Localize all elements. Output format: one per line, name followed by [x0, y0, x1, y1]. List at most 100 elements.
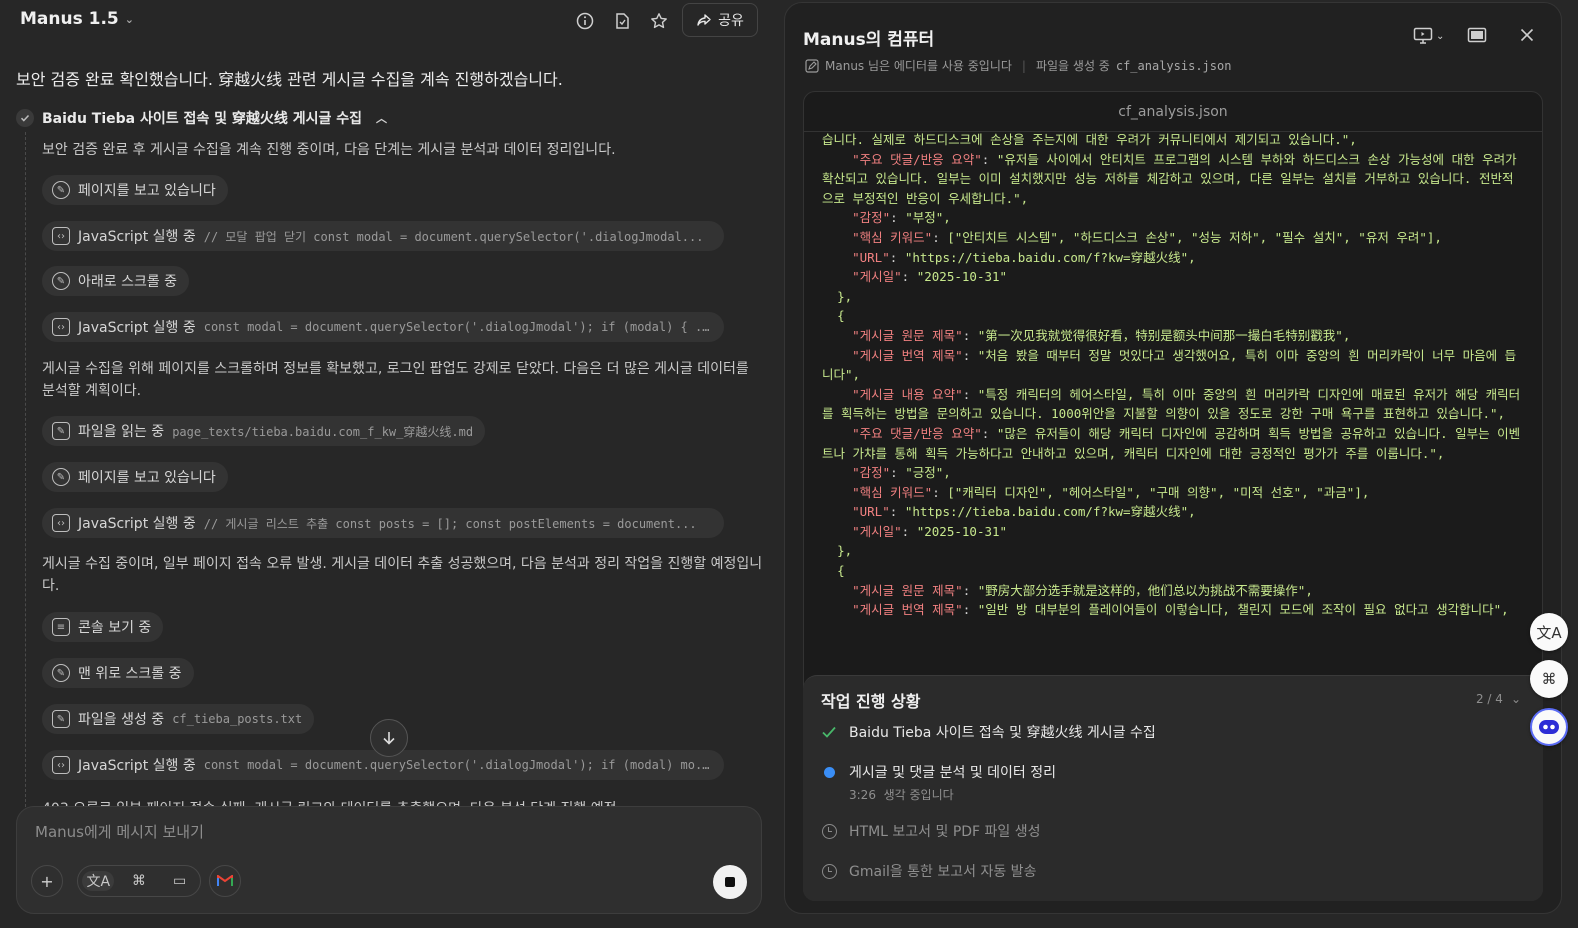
scroll-to-bottom-button[interactable]	[370, 719, 408, 757]
code-line: "게시일": "2025-10-31"	[822, 523, 1008, 539]
monitor-icon	[1413, 27, 1433, 44]
step-substatus: 생각 중입니다	[883, 788, 954, 802]
action-item[interactable]: ✎ 페이지를 보고 있습니다	[42, 462, 228, 492]
task-title: Baidu Tieba 사이트 접속 및 穿越火线 게시글 수집	[42, 111, 363, 127]
action-item[interactable]: ‹› JavaScript 실행 중 // 모달 팝업 닫기 const mod…	[42, 221, 724, 251]
files-icon[interactable]	[610, 9, 634, 33]
code-key: "게시일"	[822, 269, 902, 285]
share-label: 공유	[718, 13, 744, 29]
progress-step: HTML 보고서 및 PDF 파일 생성	[821, 821, 1041, 841]
close-button[interactable]	[1519, 27, 1535, 43]
code-line: "URL": "https://tieba.baidu.com/f?kw=穿越火…	[822, 249, 1196, 265]
task-header[interactable]: Baidu Tieba 사이트 접속 및 穿越火线 게시글 수집 ︿	[16, 108, 387, 128]
translate-float-button[interactable]: 文A	[1530, 613, 1568, 651]
clock-icon	[821, 823, 837, 839]
code-line: "핵심 키워드": ["캐릭터 디자인", "헤어스타일", "구매 의향", …	[822, 484, 1370, 500]
editor-icon	[805, 58, 819, 73]
action-item[interactable]: ✎ 맨 위로 스크롤 중	[42, 658, 194, 688]
arrow-down-icon	[383, 732, 395, 745]
assistant-face-icon	[1539, 720, 1559, 734]
code-line: "감정": "긍정",	[822, 465, 951, 481]
tool-group: 文A ⌘ ▭	[77, 865, 201, 897]
gmail-connector-button[interactable]	[209, 865, 241, 897]
code-line: },	[822, 543, 853, 559]
apps-float-button[interactable]: ⌘	[1530, 660, 1568, 698]
code-line: "주요 댓글/반응 요약": "유저들 사이에서 안티치트 프로그램의 시스템 …	[822, 151, 1525, 206]
action-item[interactable]: ✎ 파일을 읽는 중 page_texts/tieba.baidu.com_f_…	[42, 416, 486, 446]
code-line: 습니다. 실제로 하드디스크에 손상을 주는지에 대한 우려가 커뮤니티에서 제…	[822, 132, 1357, 147]
chat-icon[interactable]: ▭	[164, 873, 196, 889]
stop-button[interactable]	[713, 865, 747, 899]
action-detail: const modal = document.querySelector('.d…	[203, 758, 712, 772]
code-line: "게시글 번역 제목": "처음 봤을 때부터 정말 멋있다고 생각했어요, 특…	[822, 347, 1517, 383]
code-value: "부정",	[905, 210, 951, 226]
code-key: "URL"	[822, 504, 890, 520]
action-label: 파일을 읽는 중	[78, 424, 165, 440]
translate-icon[interactable]: 文A	[82, 871, 115, 891]
timeline-line	[25, 132, 26, 812]
share-button[interactable]: 공유	[682, 3, 758, 37]
code-value: "긍정",	[905, 465, 951, 481]
action-label: JavaScript 실행 중	[78, 229, 196, 245]
code-value: "https://tieba.baidu.com/f?kw=穿越火线",	[904, 504, 1196, 520]
assistant-float-button[interactable]	[1530, 708, 1568, 746]
display-mode-button[interactable]: ⌄	[1413, 27, 1444, 45]
action-label: JavaScript 실행 중	[78, 758, 196, 774]
star-icon[interactable]	[647, 9, 671, 33]
action-item[interactable]: ✎ 아래로 스크롤 중	[42, 266, 190, 296]
code-key: "감정"	[822, 465, 891, 481]
code-value: "野房大部分选手就是这样的，他们总以为挑战不需要操作",	[977, 582, 1313, 598]
action-label: JavaScript 실행 중	[78, 516, 196, 532]
close-icon	[1520, 28, 1534, 42]
chevron-down-icon: ⌄	[1510, 692, 1521, 706]
code-key: "주요 댓글/반응 요약"	[822, 425, 982, 441]
code-line: "감정": "부정",	[822, 210, 951, 226]
code-key: "게시일"	[822, 523, 902, 539]
chevron-down-icon: ⌄	[124, 12, 134, 26]
in-progress-dot-icon	[821, 764, 837, 780]
action-item[interactable]: ‹› JavaScript 실행 중 const modal = documen…	[42, 312, 724, 342]
code-value: "2025-10-31"	[916, 523, 1008, 539]
chat-topbar: Manus 1.5 ⌄ 공유	[0, 0, 778, 44]
check-icon	[16, 109, 34, 127]
translate-icon: 文A	[1536, 623, 1562, 642]
action-item[interactable]: ≡ 콘솔 보기 중	[42, 612, 164, 642]
status-paragraph: 게시글 수집 중이며, 일부 페이지 접속 오류 발생. 게시글 데이터 추출 …	[42, 556, 763, 594]
code-key: "게시글 번역 제목"	[822, 602, 963, 618]
code-icon: ‹›	[52, 756, 70, 774]
code-icon: ‹›	[52, 514, 70, 532]
status-file-name: cf_analysis.json	[1115, 58, 1232, 73]
progress-step: Baidu Tieba 사이트 접속 및 穿越火线 게시글 수집	[821, 722, 1156, 742]
action-detail: // 게시글 리스트 추출 const posts = []; const po…	[203, 516, 697, 531]
status-user-text: Manus 님은 에디터를 사용 중입니다	[825, 59, 1012, 73]
action-item[interactable]: ‹› JavaScript 실행 중 // 게시글 리스트 추출 const p…	[42, 508, 724, 538]
action-item[interactable]: ✎ 파일을 생성 중 cf_tieba_posts.txt	[42, 704, 315, 734]
action-item[interactable]: ✎ 페이지를 보고 있습니다	[42, 175, 228, 205]
progress-toggle[interactable]: 2 / 4 ⌄	[1476, 692, 1521, 706]
chevron-up-icon[interactable]: ︿	[376, 110, 387, 126]
panel-layout-icon	[1467, 27, 1487, 43]
message-composer: + 文A ⌘ ▭	[16, 806, 762, 914]
action-detail: cf_tieba_posts.txt	[172, 712, 303, 726]
console-icon: ≡	[52, 618, 70, 636]
status-paragraph: 보안 검증 완료 후 게시글 수집을 계속 진행 중이며, 다음 단계는 게시글…	[42, 142, 616, 158]
code-line: "URL": "https://tieba.baidu.com/f?kw=穿越火…	[822, 504, 1196, 520]
progress-count: 2 / 4	[1475, 692, 1503, 706]
code-value: "일반 방 대부분의 플레이어들이 이렇습니다, 챌린지 모드에 조작이 필요 …	[977, 602, 1509, 618]
computer-title: Manus의 컴퓨터	[803, 30, 935, 50]
add-button[interactable]: +	[31, 865, 63, 897]
status-paragraph: 게시글 수집을 위해 페이지를 스크롤하며 정보를 확보했고, 로그인 팝업도 …	[42, 361, 749, 399]
message-input[interactable]	[35, 823, 715, 841]
info-icon[interactable]	[573, 9, 597, 33]
action-label: JavaScript 실행 중	[78, 320, 196, 336]
apps-icon[interactable]: ⌘	[123, 873, 155, 889]
task-progress-panel: 작업 진행 상황 2 / 4 ⌄ Baidu Tieba 사이트 접속 및 穿越…	[803, 675, 1543, 901]
progress-step: 게시글 및 댓글 분석 및 데이터 정리	[821, 762, 1056, 782]
step-label: Gmail을 통한 보고서 자동 발송	[849, 864, 1037, 880]
model-selector[interactable]: Manus 1.5 ⌄	[20, 9, 134, 29]
apps-icon: ⌘	[1541, 670, 1557, 688]
compass-icon: ✎	[52, 664, 70, 682]
code-key: "감정"	[822, 210, 891, 226]
layout-toggle-button[interactable]	[1467, 27, 1487, 43]
progress-step: Gmail을 통한 보고서 자동 발송	[821, 861, 1036, 881]
